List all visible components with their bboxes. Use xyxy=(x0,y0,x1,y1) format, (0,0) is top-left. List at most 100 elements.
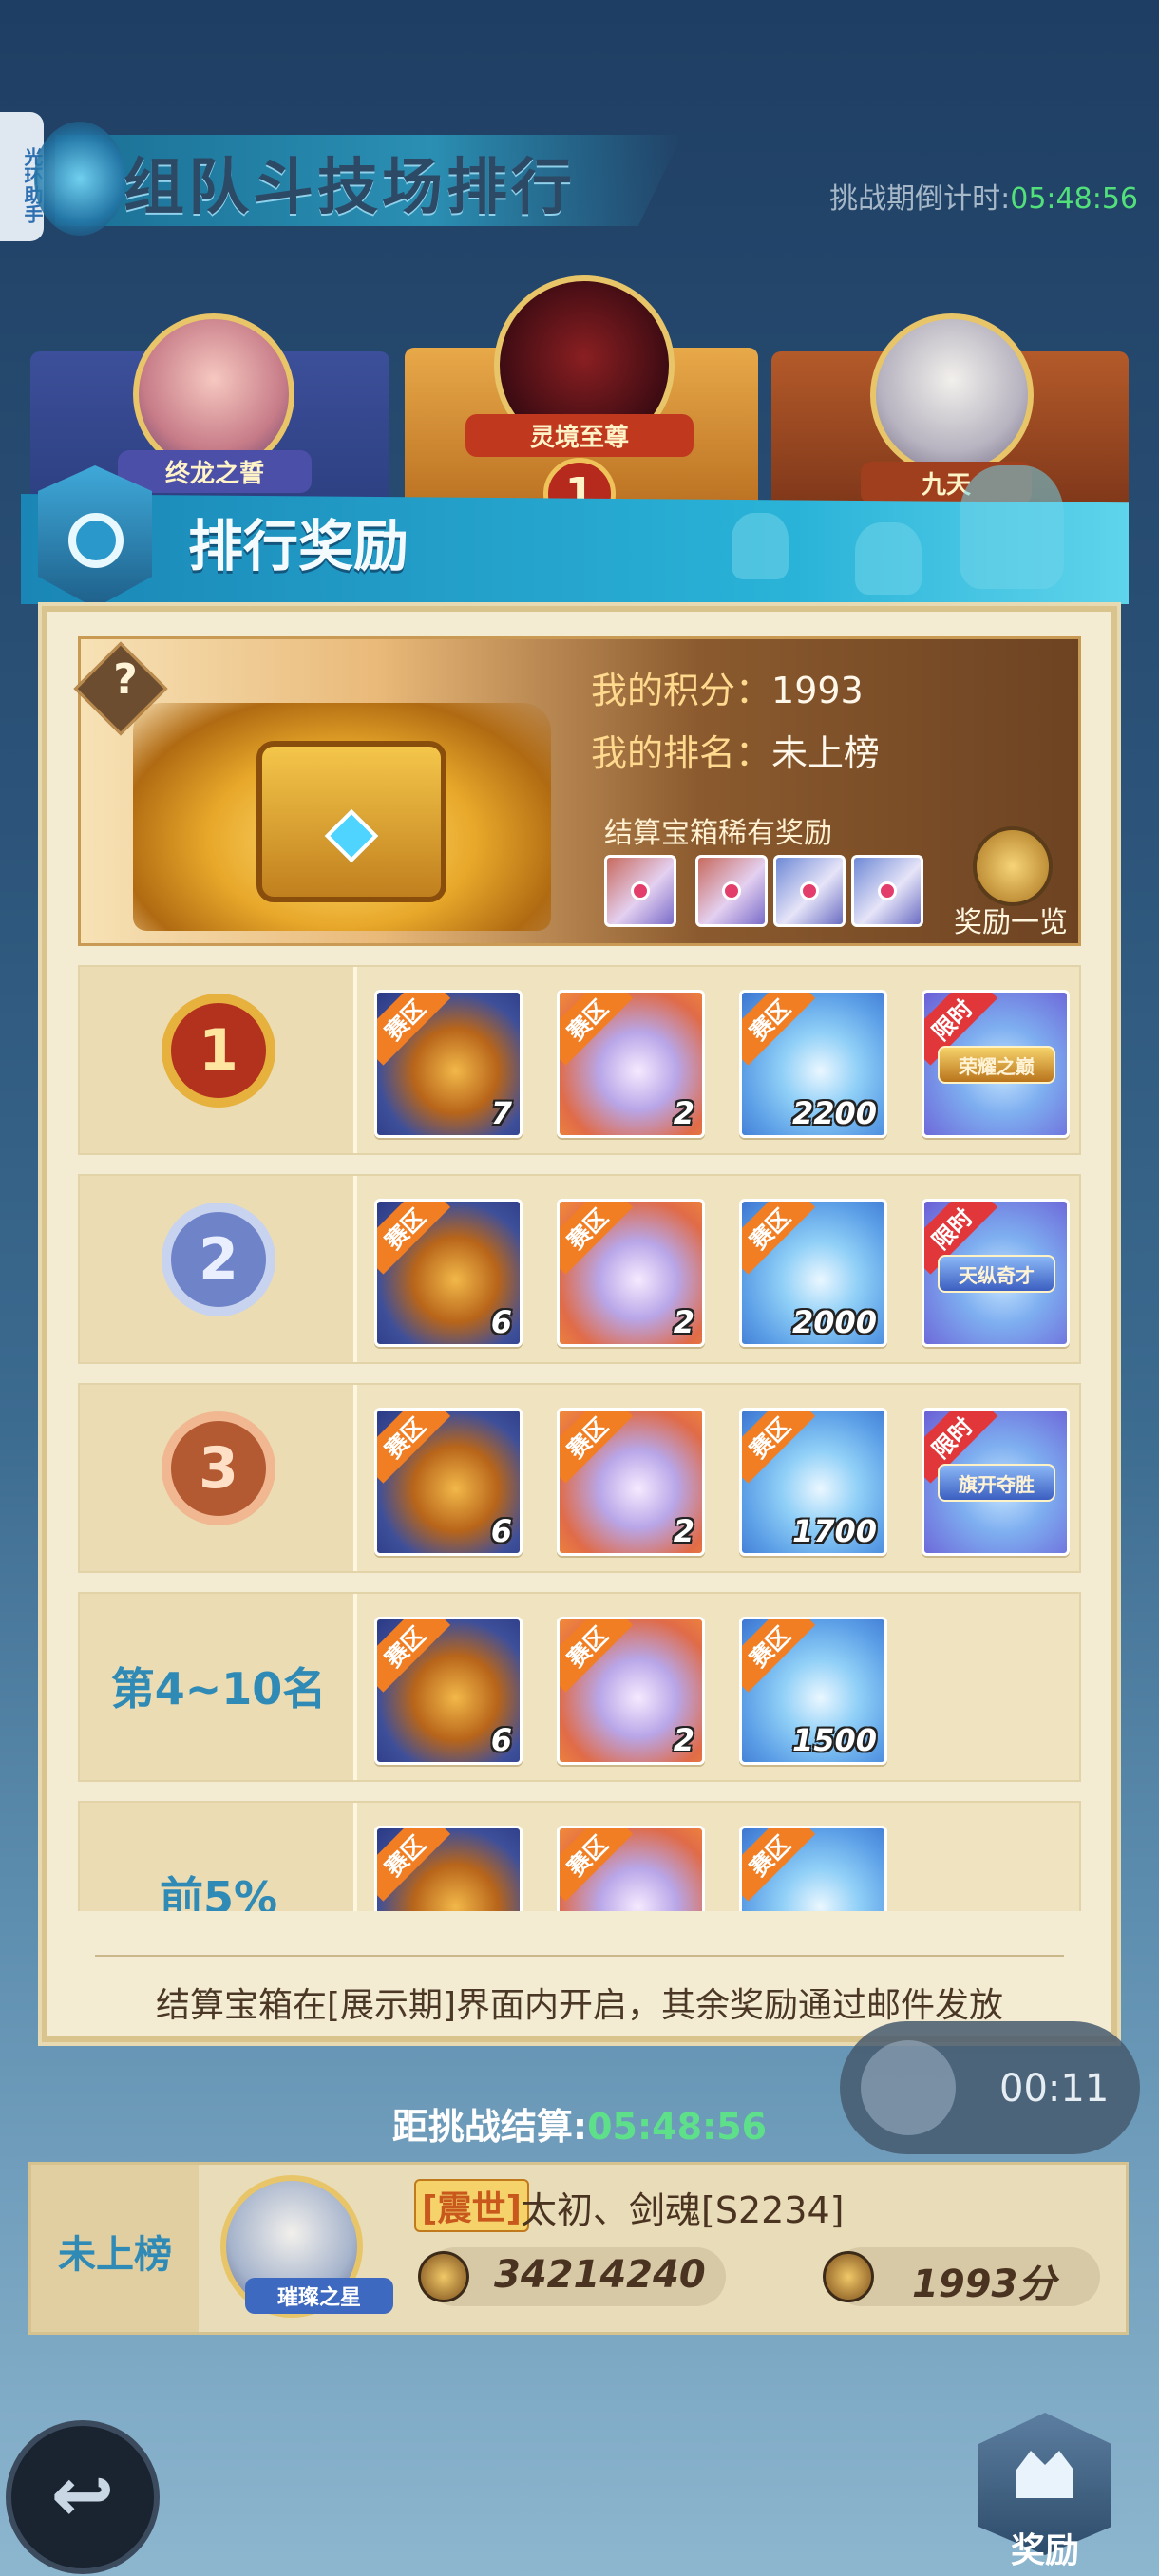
score-value: 1993 xyxy=(771,670,864,711)
player-name: 太初、剑魂[S2234] xyxy=(521,2189,845,2231)
rank-range-label: 前5% xyxy=(159,1872,278,1911)
rank-number: 2 xyxy=(162,1203,276,1316)
item-tag: 赛区 xyxy=(377,1411,451,1484)
item-tag: 赛区 xyxy=(377,1202,451,1275)
item-tag: 赛区 xyxy=(377,993,451,1066)
title-reward-item[interactable]: 限时 旗开夺胜 xyxy=(922,1408,1070,1556)
item-tag: 赛区 xyxy=(560,993,634,1066)
diamond-reward-item[interactable]: 赛区 1500 xyxy=(739,1617,887,1765)
item-tag: 赛区 xyxy=(377,1619,451,1693)
title-banner: 荣耀之巅 xyxy=(938,1046,1055,1084)
rank-medal-icon: 2 xyxy=(162,1203,276,1335)
rank-medal-icon: 3 xyxy=(162,1411,276,1544)
ghost-mascot-icon xyxy=(732,513,788,579)
item-tag: 赛区 xyxy=(560,1202,634,1275)
item-tag: 赛区 xyxy=(560,1828,634,1902)
footer-note: 结算宝箱在[展示期]界面内开启，其余奖励通过邮件发放 xyxy=(155,1986,1004,2025)
diamond-reward-item[interactable]: 赛区 2200 xyxy=(739,990,887,1138)
title-reward-item[interactable]: 限时 荣耀之巅 xyxy=(922,990,1070,1138)
chest-reward-item[interactable]: 赛区 2 xyxy=(557,1199,705,1347)
item-tag: 赛区 xyxy=(742,1828,816,1902)
item-count: 1700 xyxy=(791,1513,877,1549)
trophy-icon xyxy=(823,2251,874,2302)
rank-cell: 3 xyxy=(80,1385,357,1571)
rank-cell: 1 xyxy=(80,967,357,1153)
item-count: 2 xyxy=(673,1304,694,1340)
rank-reward-row: 第4~10名 赛区 6 赛区 2 赛区 1500 xyxy=(78,1592,1081,1782)
item-tag: 赛区 xyxy=(560,1619,634,1693)
first-place-title: 灵境至尊 xyxy=(466,414,694,457)
chest-reward-item[interactable]: 赛区 2 xyxy=(557,1408,705,1556)
ghost-mascot-icon xyxy=(855,522,922,595)
diamond-reward-item[interactable]: 赛区 2000 xyxy=(739,1199,887,1347)
rank-label: 我的排名： xyxy=(591,732,772,774)
chest-reward-item[interactable]: 赛区 2 xyxy=(557,1617,705,1765)
crown-icon[interactable] xyxy=(973,826,1053,906)
diamond-reward-item[interactable]: 赛区 1700 xyxy=(739,1408,887,1556)
rank-range-label: 第4~10名 xyxy=(110,1663,327,1714)
ring-icon xyxy=(68,513,124,568)
second-place-title: 终龙之誓 xyxy=(118,450,312,493)
item-count: 6 xyxy=(490,1722,512,1758)
third-place-avatar[interactable] xyxy=(870,313,1034,477)
settlement-label: 距挑战结算: xyxy=(391,2106,588,2148)
rare-reward-item[interactable] xyxy=(604,855,676,927)
header-emblem-icon xyxy=(34,122,125,236)
my-rank-text: 未上榜 xyxy=(58,2233,172,2277)
item-tag: 赛区 xyxy=(377,1828,451,1902)
rank-cell: 第4~10名 xyxy=(80,1594,357,1780)
item-count: 2 xyxy=(673,1513,694,1549)
chest-reward-item[interactable]: 赛区 6 xyxy=(374,1617,522,1765)
chest-reward-item[interactable]: 赛区 xyxy=(557,1826,705,1911)
my-rank-cell: 未上榜 xyxy=(31,2165,199,2332)
help-symbol[interactable]: ? xyxy=(106,655,144,704)
item-count: 1500 xyxy=(791,1722,877,1758)
settlement-countdown: 距挑战结算:05:48:56 xyxy=(0,2097,1159,2150)
item-tag: 赛区 xyxy=(742,1202,816,1275)
rank-reward-row: 3 赛区 6 赛区 2 赛区 1700 限时 旗开夺胜 xyxy=(78,1383,1081,1573)
back-button[interactable]: ↩ xyxy=(6,2420,160,2574)
ghost-mascot-icon xyxy=(960,465,1064,589)
rank-cell: 前5% xyxy=(80,1803,357,1911)
reward-list[interactable]: 1 赛区 7 赛区 2 赛区 2200 限时 荣耀之巅 2 赛区 6 赛区 2 赛区 2000 限时 天纵奇才 3 赛… xyxy=(78,965,1081,1911)
reward-button-label[interactable]: 奖励 xyxy=(988,2523,1102,2572)
power-value: 34214240 xyxy=(494,2253,706,2297)
gem-icon xyxy=(631,881,650,900)
rank-cell: 2 xyxy=(80,1176,357,1362)
rare-reward-item[interactable] xyxy=(773,855,846,927)
page-title: 组队斗技场排行 xyxy=(124,153,576,223)
item-count: 6 xyxy=(490,1304,512,1340)
title-reward-item[interactable]: 限时 天纵奇才 xyxy=(922,1199,1070,1347)
rank-reward-row: 前5% 赛区 赛区 赛区 xyxy=(78,1801,1081,1911)
title-banner: 天纵奇才 xyxy=(938,1255,1055,1293)
chest-reward-item[interactable]: 赛区 2 xyxy=(557,990,705,1138)
diamond-reward-item[interactable]: 赛区 xyxy=(739,1826,887,1911)
item-count: 6 xyxy=(490,1513,512,1549)
reward-browse-button[interactable]: 奖励一览 xyxy=(954,899,1068,940)
rank-reward-row: 2 赛区 6 赛区 2 赛区 2000 限时 天纵奇才 xyxy=(78,1174,1081,1364)
item-count: 2200 xyxy=(791,1095,877,1131)
rank-value: 未上榜 xyxy=(771,732,881,774)
reward-panel-title: 排行奖励 xyxy=(188,514,409,578)
gem-icon xyxy=(722,881,741,900)
score-label: 我的积分： xyxy=(591,670,772,711)
challenge-countdown: 挑战期倒计时:05:48:56 xyxy=(829,175,1138,217)
item-tag: 赛区 xyxy=(742,1619,816,1693)
power-shield-icon xyxy=(418,2251,469,2302)
rare-reward-item[interactable] xyxy=(851,855,923,927)
rare-reward-item[interactable] xyxy=(695,855,768,927)
item-count: 2 xyxy=(673,1722,694,1758)
rank-reward-row: 1 赛区 7 赛区 2 赛区 2200 限时 荣耀之巅 xyxy=(78,965,1081,1155)
item-count: 7 xyxy=(490,1095,512,1131)
item-tag: 赛区 xyxy=(742,993,816,1066)
countdown-time: 05:48:56 xyxy=(1010,182,1138,216)
chest-reward-item[interactable]: 赛区 7 xyxy=(374,990,522,1138)
chest-reward-item[interactable]: 赛区 xyxy=(374,1826,522,1911)
my-rank: 我的排名：未上榜 xyxy=(591,724,880,776)
my-score-value: 1993分 xyxy=(912,2263,1056,2306)
item-tag: 赛区 xyxy=(560,1411,634,1484)
chest-reward-item[interactable]: 赛区 6 xyxy=(374,1199,522,1347)
chest-reward-item[interactable]: 赛区 6 xyxy=(374,1408,522,1556)
item-tag: 赛区 xyxy=(742,1411,816,1484)
my-score: 我的积分：1993 xyxy=(591,661,864,713)
